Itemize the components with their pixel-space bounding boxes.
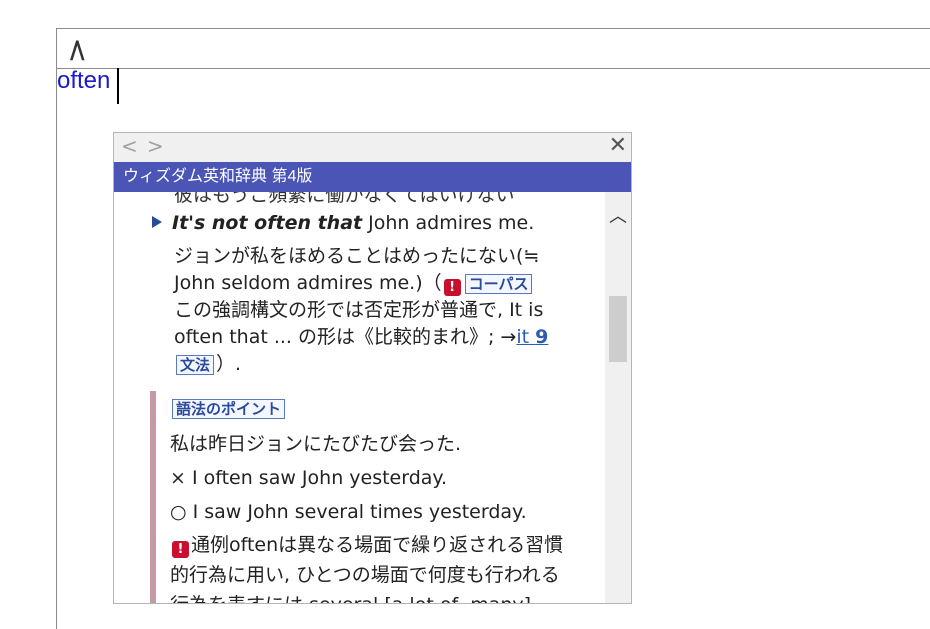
usage-note-line: ! 通例oftenは異なる場面で繰り返される習慣	[170, 530, 600, 560]
alert-icon: !	[172, 541, 189, 558]
grammar-tag[interactable]: 文法	[176, 355, 215, 375]
usage-line: × I often saw John yesterday.	[170, 467, 448, 489]
usage-note-line: 行為を表すには several [a lot of, many]	[170, 590, 600, 603]
scroll-up-icon[interactable]: ︿	[609, 202, 627, 228]
usage-note: ! 通例oftenは異なる場面で繰り返される習慣 的行為に用い, ひとつの場面で何…	[170, 530, 600, 603]
translation-text: ）.	[216, 353, 242, 375]
corpus-tag[interactable]: コーパス	[464, 274, 533, 294]
forward-arrow-icon[interactable]: >	[147, 134, 164, 158]
link-text[interactable]: it	[516, 326, 529, 348]
usage-note-text: 通例oftenは異なる場面で繰り返される習慣	[191, 534, 564, 556]
translation-block: ジョンが私をほめることはめったにない(≒ John seldom admires…	[174, 243, 594, 378]
usage-note-line: 的行為に用い, ひとつの場面で何度も行われる	[170, 564, 560, 586]
link-number[interactable]: 9	[535, 326, 548, 348]
text-caret	[117, 68, 119, 104]
popup-toolbar: < > ✕	[114, 133, 631, 162]
translation-line: John seldom admires me.)（! コーパス	[174, 270, 594, 297]
usage-lines: 私は昨日ジョンにたびたび会った. × I often saw John yest…	[170, 427, 600, 529]
example-sentence: It's not often that John admires me.	[172, 212, 534, 234]
translation-line: often that ... の形は《比較的まれ》; →it 9	[174, 324, 594, 351]
cut-off-line: 彼はもうこ頻繁に働かなくてはいけない	[174, 192, 515, 206]
title-bar: /\	[57, 29, 930, 69]
translation-line: ジョンが私をほめることはめったにない(≒	[174, 245, 540, 267]
translation-text: John seldom admires me.)（	[174, 272, 442, 294]
entry-content: 彼はもうこ頻繁に働かなくてはいけない It's not often that J…	[114, 192, 604, 603]
vertical-scrollbar[interactable]: ︿	[605, 192, 631, 603]
example-phrase: It's not often that	[172, 212, 363, 234]
example-rest: John admires me.	[362, 212, 535, 234]
back-arrow-icon[interactable]: <	[121, 134, 138, 158]
editor-text[interactable]: often	[57, 67, 110, 95]
translation-line: 文法）.	[174, 351, 594, 378]
cross-reference-link[interactable]: it 9	[516, 326, 548, 348]
usage-point-tag: 語法のポイント	[172, 399, 286, 419]
example-triangle-icon	[152, 216, 162, 228]
usage-title-wrap: 語法のポイント	[170, 397, 287, 419]
app-logo-icon: /\	[70, 36, 84, 64]
usage-line: ○ I saw John several times yesterday.	[170, 501, 527, 523]
translation-text: often that ... の形は《比較的まれ》; →	[174, 326, 517, 348]
alert-icon: !	[443, 279, 461, 296]
close-icon[interactable]: ✕	[609, 133, 627, 158]
translation-line: この強調構文の形では否定形が普通で, It is	[174, 299, 544, 321]
dictionary-popup: < > ✕ ウィズダム英和辞典 第4版 彼はもうこ頻繁に働かなくてはいけない I…	[113, 132, 632, 604]
scroll-thumb[interactable]	[609, 296, 627, 362]
usage-point-box: 語法のポイント 私は昨日ジョンにたびたび会った. × I often saw J…	[150, 391, 604, 603]
usage-line: 私は昨日ジョンにたびたび会った.	[170, 433, 462, 455]
dictionary-title: ウィズダム英和辞典 第4版	[114, 162, 631, 192]
